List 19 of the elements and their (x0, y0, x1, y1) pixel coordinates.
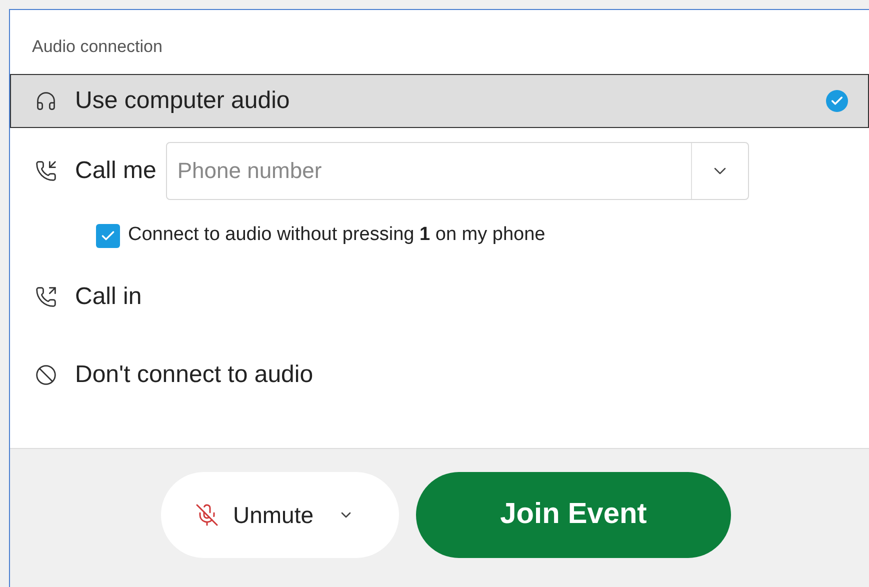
prohibited-icon (35, 364, 57, 386)
option-label: Call in (75, 282, 142, 312)
option-label: Use computer audio (75, 86, 290, 116)
checkbox-label: Connect to audio without pressing 1 on my phone (128, 223, 546, 248)
audio-option[interactable]: Call me Phone number (10, 128, 869, 214)
audio-option[interactable]: Call in (10, 258, 869, 336)
unmute-button[interactable]: Unmute (161, 472, 399, 558)
phone-outgoing-icon (35, 286, 57, 308)
join-event-button[interactable]: Join Event (416, 472, 731, 558)
muted-microphone-icon (195, 503, 219, 527)
phone-incoming-icon (35, 160, 57, 182)
option-label: Don't connect to audio (75, 360, 314, 390)
audio-option[interactable]: Don't connect to audio (10, 336, 869, 414)
panel-title: Audio connection (31, 36, 164, 58)
selected-check-icon (826, 90, 848, 112)
audio-option[interactable]: Use computer audio (10, 74, 869, 128)
checkbox[interactable] (96, 224, 120, 248)
headset-icon (35, 90, 57, 112)
option-label: Call me (75, 156, 156, 186)
